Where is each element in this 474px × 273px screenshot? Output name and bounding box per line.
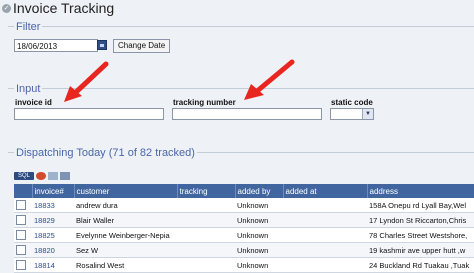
page-title: Invoice Tracking xyxy=(13,0,115,16)
calendar-icon[interactable] xyxy=(97,40,107,50)
filter-legend: Filter xyxy=(14,21,43,33)
table-row[interactable]: 18825 Evelynne Weinberger-Nepia Unknown … xyxy=(14,227,474,243)
added-by-cell: Unknown xyxy=(235,257,283,273)
added-at-cell xyxy=(283,198,367,213)
columns-icon[interactable] xyxy=(60,172,70,180)
dispatch-section: Dispatching Today (71 of 82 tracked) SQL… xyxy=(8,147,474,273)
address-cell: 19 kashmir ave upper hutt ,w xyxy=(367,242,474,258)
filter-section: Filter 18/06/2013 Change Date xyxy=(8,21,474,61)
tracking-number-input[interactable] xyxy=(172,108,322,120)
table-row[interactable]: 18814 Rosalind West Unknown 24 Buckland … xyxy=(14,257,474,273)
row-checkbox[interactable] xyxy=(16,215,26,225)
dispatch-table: invoice# customer tracking added by adde… xyxy=(14,184,474,273)
invoice-link[interactable]: 18829 xyxy=(32,212,74,228)
header-tracking[interactable]: tracking xyxy=(177,184,236,198)
row-checkbox[interactable] xyxy=(16,230,26,240)
invoice-link[interactable]: 18820 xyxy=(32,242,74,258)
table-row[interactable]: 18820 Sez W Unknown 19 kashmir ave upper… xyxy=(14,242,474,258)
added-at-cell xyxy=(283,212,367,228)
table-header-row: invoice# customer tracking added by adde… xyxy=(14,184,474,198)
customer-cell: Rosalind West xyxy=(74,257,177,273)
customer-cell: Sez W xyxy=(74,242,177,258)
customer-cell: Evelynne Weinberger-Nepia xyxy=(74,227,177,243)
header-address[interactable]: address xyxy=(367,184,474,198)
added-at-cell xyxy=(283,242,367,258)
header-added-at[interactable]: added at xyxy=(283,184,368,198)
header-invoice[interactable]: invoice# xyxy=(32,184,75,198)
title-bar: ✓ Invoice Tracking xyxy=(0,0,474,16)
address-cell: 158A Onepu rd Lyall Bay,Wel xyxy=(367,198,474,213)
invoice-link[interactable]: 18814 xyxy=(32,257,74,273)
added-at-cell xyxy=(283,257,367,273)
row-checkbox[interactable] xyxy=(16,260,26,270)
added-by-cell: Unknown xyxy=(235,242,283,258)
added-by-cell: Unknown xyxy=(235,198,283,213)
static-code-select[interactable]: ▼ xyxy=(330,108,374,120)
invoice-id-input[interactable] xyxy=(14,108,164,120)
invoice-link[interactable]: 18833 xyxy=(32,198,74,213)
chart-icon[interactable] xyxy=(36,172,46,180)
red-arrow-annotation-1 xyxy=(64,61,109,102)
header-added-by[interactable]: added by xyxy=(235,184,284,198)
customer-cell: andrew dura xyxy=(74,198,177,213)
input-legend: Input xyxy=(14,83,43,95)
chevron-down-icon[interactable]: ▼ xyxy=(362,109,373,119)
static-code-label: static code xyxy=(331,98,373,107)
change-date-button[interactable]: Change Date xyxy=(113,39,171,53)
tracking-cell xyxy=(177,212,235,228)
tracking-number-label: tracking number xyxy=(173,98,236,107)
address-cell: 17 Lyndon St Riccarton,Chris xyxy=(367,212,474,228)
table-toolbar: SQL xyxy=(14,172,70,180)
row-checkbox[interactable] xyxy=(16,245,26,255)
sql-export-button[interactable]: SQL xyxy=(14,172,34,180)
date-input[interactable]: 18/06/2013 xyxy=(14,39,98,52)
app-logo-icon: ✓ xyxy=(2,3,11,13)
table-row[interactable]: 18833 andrew dura Unknown 158A Onepu rd … xyxy=(14,198,474,213)
row-checkbox[interactable] xyxy=(16,200,26,210)
tracking-cell xyxy=(177,257,235,273)
added-at-cell xyxy=(283,227,367,243)
address-cell: 24 Buckland Rd Tuakau ,Tuak xyxy=(367,257,474,273)
tracking-cell xyxy=(177,242,235,258)
tracking-cell xyxy=(177,227,235,243)
invoice-id-label: invoice id xyxy=(15,98,52,107)
select-all-header[interactable] xyxy=(14,184,33,198)
customer-cell: Blair Waller xyxy=(74,212,177,228)
table-row[interactable]: 18829 Blair Waller Unknown 17 Lyndon St … xyxy=(14,212,474,228)
invoice-link[interactable]: 18825 xyxy=(32,227,74,243)
address-cell: 78 Charles Street Westshore, xyxy=(367,227,474,243)
tracking-cell xyxy=(177,198,235,213)
header-customer[interactable]: customer xyxy=(74,184,178,198)
added-by-cell: Unknown xyxy=(235,212,283,228)
red-arrow-annotation-2 xyxy=(244,59,295,100)
dispatch-legend: Dispatching Today (71 of 82 tracked) xyxy=(14,147,197,159)
added-by-cell: Unknown xyxy=(235,227,283,243)
grid-icon[interactable] xyxy=(48,172,58,180)
